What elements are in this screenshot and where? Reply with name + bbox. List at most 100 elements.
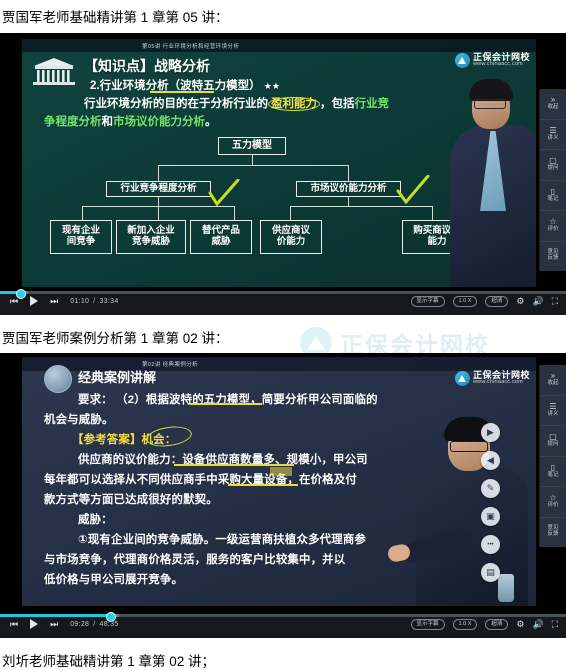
slide-2-line-2: 机会与威胁。 xyxy=(44,414,114,426)
capture-tool-button[interactable]: ▤ xyxy=(481,563,500,582)
rail-label-feedback: 意见 反馈 xyxy=(547,249,559,262)
quality-button[interactable]: 超清 xyxy=(485,296,509,307)
cup-object xyxy=(498,574,514,602)
video-2-stage: 第02讲 经典案例分析 正保会计网校 www.chinaacc.com 经典案例… xyxy=(0,353,566,638)
rail-item-rating[interactable]: ☆ 评价 xyxy=(540,211,566,242)
volume-icon[interactable]: 🔊 xyxy=(532,619,543,629)
speed-button[interactable]: 1.0 X xyxy=(452,619,478,630)
video-2-time-sep: / xyxy=(93,620,96,628)
diagram-line-root-down xyxy=(252,155,253,165)
video-2-controls[interactable]: ⏮ ⏭ 09:28 / 48:35 显示字幕 1.0 X 超清 ⚙ 🔊 ⛶ xyxy=(0,611,566,638)
diagram-line-right-down xyxy=(348,197,349,206)
caption-lesson-2: 贾国军老师案例分析第 1 章第 02 讲： xyxy=(2,331,229,346)
rail-item-feedback[interactable]: 意见 反馈 xyxy=(540,242,566,272)
subtitle-button[interactable]: 显示字幕 xyxy=(410,296,445,307)
video-player-1[interactable]: 第05讲 行业环境分析和经营环境分析 正保会计网校 www.chinaacc.c… xyxy=(0,33,566,315)
rail-label-ask: 提问 xyxy=(547,165,559,172)
play-icon[interactable] xyxy=(30,296,39,306)
presenter-1 xyxy=(450,75,536,287)
prev-icon[interactable]: ⏮ xyxy=(10,619,18,629)
slide-2-line-10: 低价格与甲公司展开竞争。 xyxy=(44,574,184,586)
fullscreen-icon[interactable]: ⛶ xyxy=(552,296,558,306)
next-icon[interactable]: ⏭ xyxy=(50,296,58,306)
slide-1: 第05讲 行业环境分析和经营环境分析 正保会计网校 www.chinaacc.c… xyxy=(22,39,536,287)
prev-icon[interactable]: ⏮ xyxy=(10,296,18,306)
gear-icon[interactable]: ⚙ xyxy=(516,296,524,306)
slide-1-line3-d: 行业竞 xyxy=(354,98,390,110)
rail-item-ask[interactable]: ▢ 提问 xyxy=(540,150,566,181)
rail-label-handout: 讲义 xyxy=(547,134,559,141)
video-2-time-current: 09:28 xyxy=(70,620,90,628)
brand-url: www.chinaacc.com xyxy=(472,61,523,68)
underline-purchase xyxy=(228,484,298,486)
slide-1-line3-b-circled: 盈利能力 xyxy=(268,97,320,111)
video-2-floating-tools[interactable]: ▶ ◀ ✎ ▣ ••• ▤ xyxy=(481,423,500,582)
gear-icon[interactable]: ⚙ xyxy=(516,619,524,629)
video-2-progress-bar[interactable] xyxy=(0,611,566,622)
page-root: 正保会计网校 贾国军老师基础精讲第 1 章第 05 讲： 第05讲 行业环境分析… xyxy=(0,0,566,670)
rail-item-feedback[interactable]: 意见 反馈 xyxy=(540,518,566,548)
slide-1-line4-c: 市场议价能力分析 xyxy=(113,116,205,128)
slide-1-line3-c: ，包括 xyxy=(320,98,355,110)
slide-1-line4: 争程度分析和市场议价能力分析。 xyxy=(44,113,217,129)
video-1-stage: 第05讲 行业环境分析和经营环境分析 正保会计网校 www.chinaacc.c… xyxy=(0,33,566,315)
diagram-root-box: 五力模型 xyxy=(218,137,286,155)
screen-tool-button[interactable]: ▣ xyxy=(481,507,500,526)
slide-1-topbar: 第05讲 行业环境分析和经营环境分析 xyxy=(22,39,536,52)
volume-icon[interactable]: 🔊 xyxy=(532,296,543,306)
diagram-branch-right: 市场议价能力分析 xyxy=(296,181,401,197)
slide-2: 第02讲 经典案例分析 正保会计网校 www.chinaacc.com 经典案例… xyxy=(22,357,536,606)
video-player-2[interactable]: 第02讲 经典案例分析 正保会计网校 www.chinaacc.com 经典案例… xyxy=(0,353,566,638)
fullscreen-icon[interactable]: ⛶ xyxy=(552,619,558,629)
diagram-leaf-1: 现有企业 间竞争 xyxy=(50,220,112,254)
video-1-controls[interactable]: ⏮ ⏭ 01:10 / 33:34 显示字幕 1.0 X 超清 ⚙ 🔊 ⛶ xyxy=(0,288,566,315)
slide-1-lesson-title: 第05讲 行业环境分析和经营环境分析 xyxy=(142,43,240,50)
more-tool-icon: ••• xyxy=(487,541,494,548)
back-tool-button[interactable]: ◀ xyxy=(481,451,500,470)
rail-item-handout[interactable]: ☰ 讲义 xyxy=(540,396,566,426)
slide-1-line4-b: 和 xyxy=(101,116,114,128)
rail-item-collapse[interactable]: » 收起 xyxy=(540,89,566,120)
video-1-side-rail[interactable]: » 收起 ☰ 讲义 ▢ 提问 ▯ 笔记 ☆ 评价 意见 反馈 xyxy=(539,89,566,271)
more-tool-button[interactable]: ••• xyxy=(481,535,500,554)
rail-label-handout: 讲义 xyxy=(547,410,559,417)
pen-tool-button[interactable]: ✎ xyxy=(481,479,500,498)
list-icon: ☰ xyxy=(549,401,557,411)
slide-1-stars: ★★ xyxy=(263,81,280,91)
next-icon[interactable]: ⏭ xyxy=(50,619,58,629)
rail-item-note[interactable]: ▯ 笔记 xyxy=(540,457,566,487)
quality-button[interactable]: 超清 xyxy=(485,619,509,630)
play-tool-button[interactable]: ▶ xyxy=(481,423,500,442)
diagram-line-v-l1 xyxy=(82,206,83,220)
diagram-line-v-right xyxy=(348,165,349,181)
brand-url: www.chinaacc.com xyxy=(472,379,523,386)
slide-1-line3: 行业环境分析的目的在于分析行业的 盈利能力 ，包括行业竞 xyxy=(84,95,389,111)
rail-item-handout[interactable]: ☰ 讲义 xyxy=(540,120,566,150)
rail-item-collapse[interactable]: » 收起 xyxy=(540,365,566,396)
slide-1-brand: 正保会计网校 www.chinaacc.com xyxy=(454,52,530,69)
diagram-line-v-l3 xyxy=(234,206,235,220)
caption-lesson-3: 刘圻老师基础精讲第 1 章第 02 讲； xyxy=(2,654,216,669)
rail-label-feedback: 意见 反馈 xyxy=(547,525,559,538)
slide-2-line-6: 款方式等方面已达成很好的默契。 xyxy=(44,494,218,506)
capture-tool-icon: ▤ xyxy=(486,567,495,577)
rail-item-ask[interactable]: ▢ 提问 xyxy=(540,426,566,457)
underline-five-forces xyxy=(150,91,214,93)
highlight-equipment xyxy=(270,467,292,476)
diagram-line-v-left xyxy=(158,165,159,181)
note-icon: ▯ xyxy=(550,186,556,196)
rail-item-rating[interactable]: ☆ 评价 xyxy=(540,487,566,518)
slide-1-line3-a: 行业环境分析的目的在于分析行业的 xyxy=(84,98,268,110)
rail-label-collapse: 收起 xyxy=(547,380,559,387)
video-1-progress-bar[interactable] xyxy=(0,288,566,299)
caption-lesson-1: 贾国军老师基础精讲第 1 章第 05 讲： xyxy=(2,10,229,25)
diagram-line-h1 xyxy=(158,165,348,166)
play-icon[interactable] xyxy=(30,619,39,629)
rail-label-collapse: 收起 xyxy=(547,104,559,111)
speed-button[interactable]: 1.0 X xyxy=(452,296,478,307)
rail-item-note[interactable]: ▯ 笔记 xyxy=(540,181,566,211)
underline-supplier xyxy=(174,464,294,466)
video-2-side-rail[interactable]: » 收起 ☰ 讲义 ▢ 提问 ▯ 笔记 ☆ 评价 意见 反馈 xyxy=(539,365,566,547)
slide-2-line-7: 威胁： xyxy=(78,514,113,526)
subtitle-button[interactable]: 显示字幕 xyxy=(410,619,445,630)
